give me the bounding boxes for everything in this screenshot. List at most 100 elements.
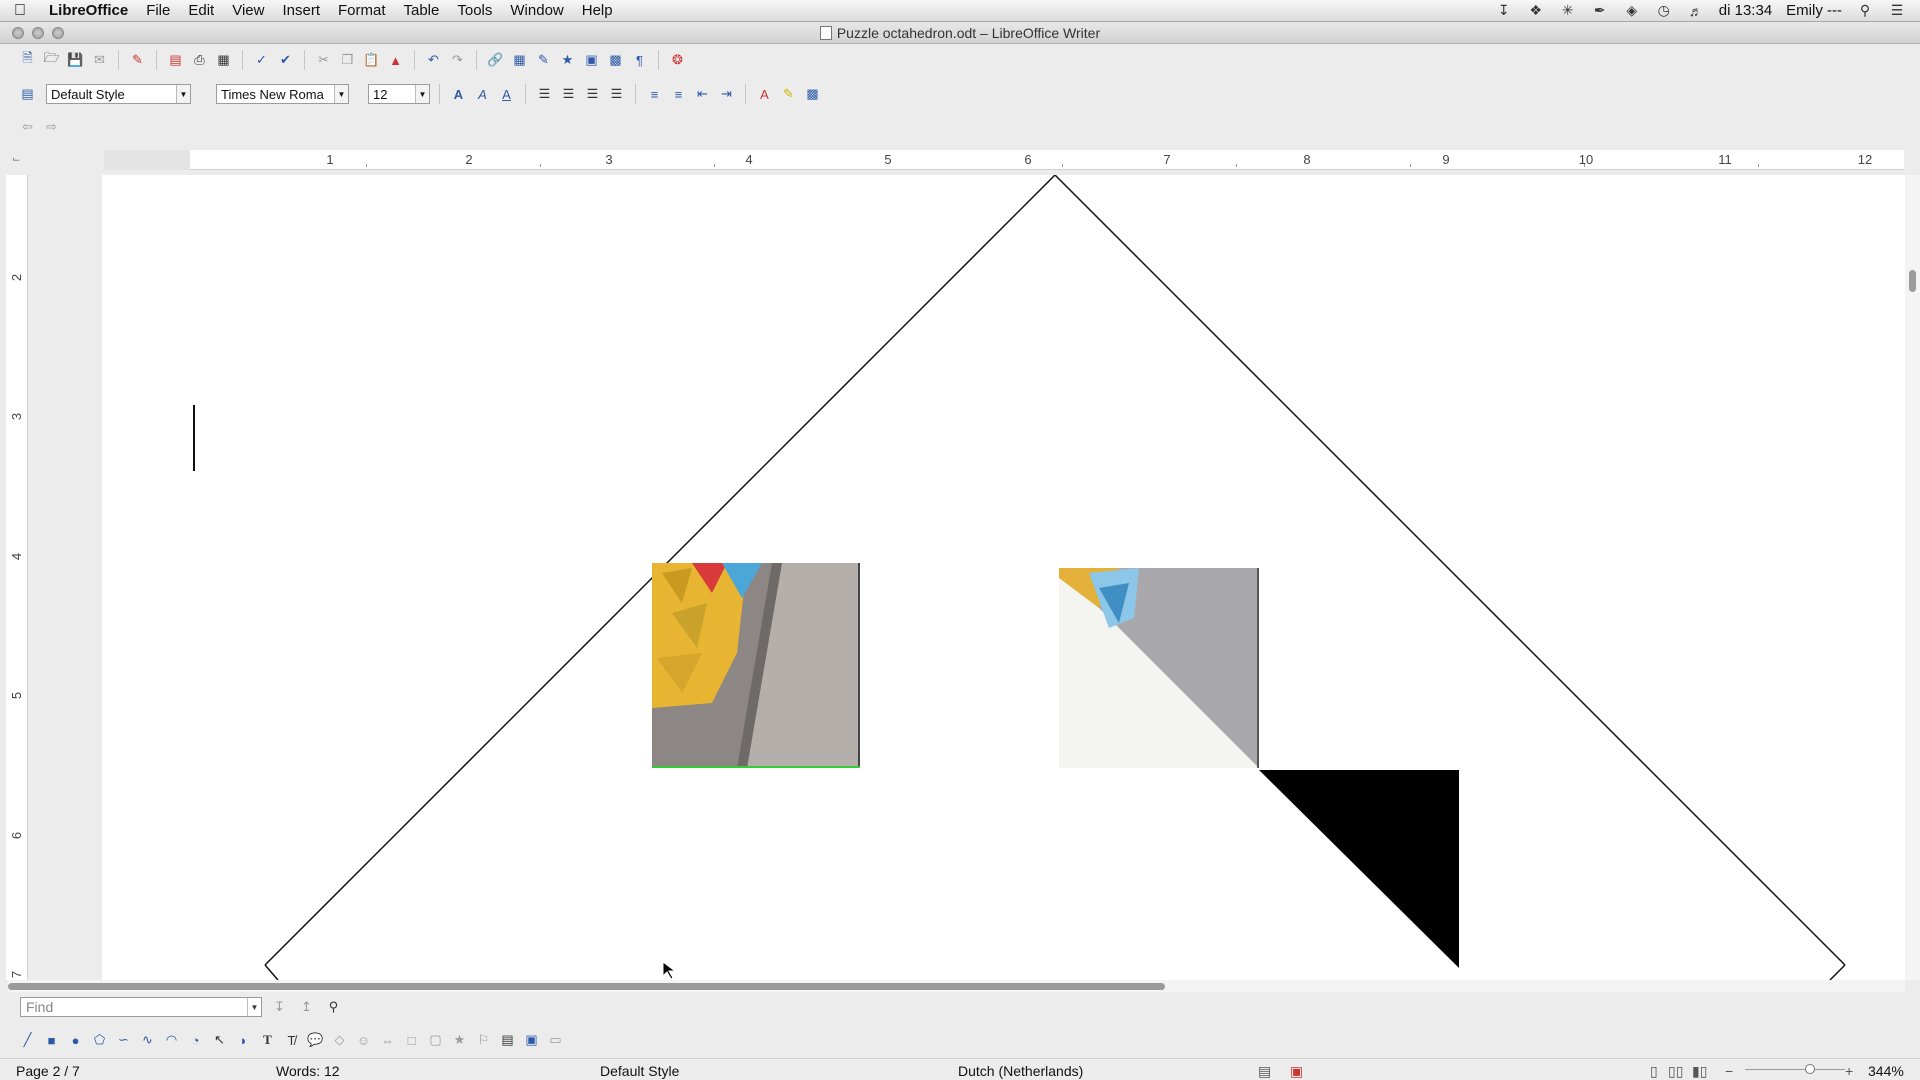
align-right-icon[interactable]: ☰ [583, 85, 602, 104]
single-page-view-icon[interactable]: ▯ [1650, 1063, 1658, 1080]
volume-icon[interactable]: ♬ [1687, 3, 1705, 19]
font-color-icon[interactable]: A [755, 85, 774, 104]
extrusion-icon[interactable]: ▭ [546, 1031, 565, 1050]
menu-insert[interactable]: Insert [273, 2, 329, 19]
chevron-down-icon[interactable]: ▼ [176, 85, 190, 103]
forward-arrow-icon[interactable]: ⇨ [42, 118, 61, 137]
find-next-icon[interactable]: ↧ [270, 998, 289, 1017]
curve-icon[interactable]: ∽ [114, 1031, 133, 1050]
symbol-shapes-icon[interactable]: ☺ [354, 1031, 373, 1050]
menu-format[interactable]: Format [329, 2, 395, 19]
chevron-down-icon[interactable]: ▼ [247, 998, 261, 1016]
spotlight-search-icon[interactable]: ⚲ [1856, 2, 1874, 19]
dropbox-icon[interactable]: ❖ [1527, 2, 1545, 19]
print-icon[interactable]: ⎙ [190, 51, 209, 70]
menu-view[interactable]: View [223, 2, 273, 19]
table-icon[interactable]: ▦ [510, 51, 529, 70]
scroll-thumb[interactable] [1909, 270, 1916, 292]
paragraph-style-select[interactable]: Default Style ▼ [46, 84, 191, 104]
spellcheck-icon[interactable]: ✓ [252, 51, 271, 70]
select-icon[interactable]: ↖ [210, 1031, 229, 1050]
increase-indent-icon[interactable]: ⇥ [717, 85, 736, 104]
menu-edit[interactable]: Edit [179, 2, 223, 19]
origami-photo-1[interactable] [652, 563, 860, 768]
book-view-icon[interactable]: ▮▯ [1692, 1063, 1707, 1080]
network-icon[interactable]: ✳ [1559, 2, 1577, 19]
close-window-button[interactable] [12, 27, 24, 39]
horizontal-scrollbar[interactable] [8, 980, 1905, 992]
print-preview-icon[interactable]: ▦ [214, 51, 233, 70]
zoom-slider[interactable] [1745, 1069, 1845, 1070]
app-menu[interactable]: LibreOffice [40, 2, 137, 19]
menu-file[interactable]: File [137, 2, 179, 19]
zoom-window-button[interactable] [52, 27, 64, 39]
copy-icon[interactable]: ❐ [338, 51, 357, 70]
tab-type-selector[interactable]: ⌙ [0, 145, 28, 175]
font-name-select[interactable]: Times New Roma ▼ [216, 84, 349, 104]
numbering-icon[interactable]: ≡ [645, 85, 664, 104]
justify-icon[interactable]: ☰ [607, 85, 626, 104]
origami-photo-2[interactable] [1059, 568, 1259, 768]
decrease-indent-icon[interactable]: ⇤ [693, 85, 712, 104]
find-input[interactable]: Find ▼ [20, 997, 262, 1017]
font-size-select[interactable]: 12 ▼ [368, 84, 430, 104]
menu-table[interactable]: Table [395, 2, 449, 19]
underline-icon[interactable]: A [497, 85, 516, 104]
gallery-icon[interactable]: ▩ [606, 51, 625, 70]
chevron-down-icon[interactable]: ▼ [415, 85, 429, 103]
highlight-icon[interactable]: ✎ [779, 85, 798, 104]
notification-list-icon[interactable]: ☰ [1888, 2, 1906, 19]
multi-page-view-icon[interactable]: ▯▯ [1668, 1063, 1683, 1080]
new-document-icon[interactable]: 🗎 [18, 50, 37, 70]
navigator-icon[interactable]: ▣ [582, 51, 601, 70]
callout-icon[interactable]: 💬 [306, 1031, 325, 1050]
clock[interactable]: di 13:34 [1719, 2, 1772, 19]
page-count[interactable]: Page 2 / 7 [16, 1063, 80, 1079]
autospellcheck-icon[interactable]: ✔ [276, 51, 295, 70]
undo-icon[interactable]: ↶ [424, 51, 443, 70]
download-icon[interactable]: ↧ [1495, 2, 1513, 19]
line-icon[interactable]: ╱ [18, 1031, 37, 1050]
bold-icon[interactable]: A [449, 85, 468, 104]
save-icon[interactable]: 💾 [66, 51, 85, 70]
black-triangle-shape[interactable] [28, 175, 1905, 980]
block-arrows-icon[interactable]: ⇔ [378, 1031, 397, 1050]
apple-menu-icon[interactable]:  [0, 2, 40, 20]
find-previous-icon[interactable]: ↥ [297, 998, 316, 1017]
basic-shapes-icon[interactable]: ◇ [330, 1031, 349, 1050]
align-left-icon[interactable]: ☰ [535, 85, 554, 104]
clone-formatting-icon[interactable]: ▲ [386, 51, 405, 70]
italic-icon[interactable]: A [473, 85, 492, 104]
points-icon[interactable]: ⚐ [474, 1031, 493, 1050]
styles-formatting-icon[interactable]: ▤ [18, 85, 37, 104]
callouts-icon[interactable]: ▢ [426, 1031, 445, 1050]
flowchart-icon[interactable]: □ [402, 1031, 421, 1050]
find-replace-dialog-icon[interactable]: ⚲ [324, 998, 343, 1017]
formatting-marks-icon[interactable]: ¶ [630, 51, 649, 70]
word-count[interactable]: Words: 12 [276, 1063, 340, 1079]
arc-icon[interactable]: ◠ [162, 1031, 181, 1050]
document-modified-icon[interactable]: ▣ [1290, 1063, 1303, 1080]
horizontal-ruler[interactable]: 1 2 3 4 5 6 7 8 9 10 11 12 [104, 150, 1904, 170]
hyperlink-icon[interactable]: 🔗 [486, 51, 505, 70]
open-folder-icon[interactable]: 🗁 [42, 50, 61, 70]
zoom-level[interactable]: 344% [1868, 1063, 1904, 1079]
align-center-icon[interactable]: ☰ [559, 85, 578, 104]
bullets-icon[interactable]: ≡ [669, 85, 688, 104]
selection-mode-icon[interactable]: ▤ [1258, 1063, 1271, 1080]
cut-icon[interactable]: ✂ [314, 51, 333, 70]
help-icon[interactable]: ❂ [668, 51, 687, 70]
zoom-out-icon[interactable]: − [1725, 1063, 1733, 1079]
send-mail-icon[interactable]: ✉ [90, 51, 109, 70]
circle-segment-icon[interactable]: ◗ [234, 1031, 253, 1050]
minimize-window-button[interactable] [32, 27, 44, 39]
user-name[interactable]: Emily --- [1786, 2, 1842, 19]
wifi-icon[interactable]: ◈ [1623, 2, 1641, 19]
document-canvas[interactable] [28, 175, 1905, 980]
chevron-down-icon[interactable]: ▼ [334, 85, 348, 103]
vertical-ruler[interactable]: 2 3 4 5 6 7 [6, 175, 28, 980]
stars-icon[interactable]: ★ [450, 1031, 469, 1050]
from-file-icon[interactable]: ▣ [522, 1031, 541, 1050]
fontwork-icon[interactable]: ▤ [498, 1031, 517, 1050]
polygon-icon[interactable]: ⬠ [90, 1031, 109, 1050]
